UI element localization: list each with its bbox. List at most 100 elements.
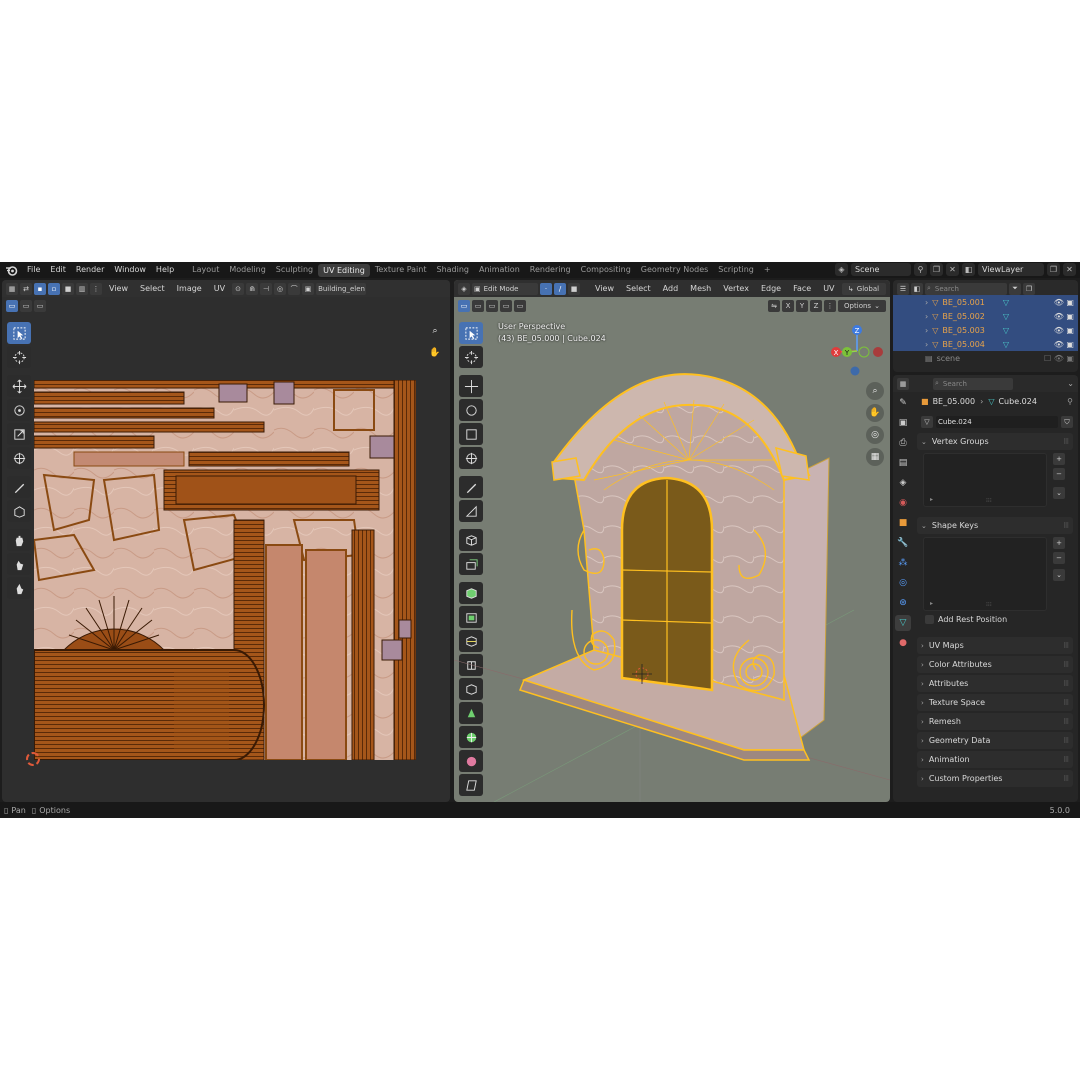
- image-name-field[interactable]: Building_elen: [316, 282, 367, 295]
- scene-field[interactable]: Scene: [851, 263, 911, 276]
- tab-modeling[interactable]: Modeling: [224, 262, 270, 278]
- mesh-browse-icon[interactable]: ▽: [921, 416, 933, 428]
- custom-properties-panel-header[interactable]: › Custom Properties ⁝⁝⁝: [917, 770, 1073, 787]
- geometry-data-panel-header[interactable]: › Geometry Data ⁝⁝⁝: [917, 732, 1073, 749]
- mesh-name-field[interactable]: Cube.024: [936, 416, 1058, 428]
- falloff-icon[interactable]: ⌒: [288, 282, 301, 295]
- outliner-item[interactable]: › ▽ BE_05.001 ▽ 👁 ▣: [893, 295, 1078, 309]
- uv-menu-uv[interactable]: UV: [209, 280, 230, 297]
- animation-panel-header[interactable]: › Animation ⁝⁝⁝: [917, 751, 1073, 768]
- particles-tab-icon[interactable]: ⁂: [895, 555, 911, 571]
- proportional-icon[interactable]: ◎: [274, 282, 287, 295]
- menu-file[interactable]: File: [22, 262, 45, 278]
- select-extend-icon[interactable]: ▭: [20, 300, 32, 312]
- vertex-groups-list[interactable]: ▸ ⁝⁝⁝: [923, 453, 1047, 507]
- collection-visibility-icons[interactable]: ☐ 👁 ▣: [1044, 354, 1074, 363]
- outliner-collection-row[interactable]: ▤ scene ☐ 👁 ▣: [893, 351, 1078, 365]
- tab-scripting[interactable]: Scripting: [713, 262, 759, 278]
- view-layer-icon[interactable]: ◧: [962, 263, 975, 276]
- modifier-tab-icon[interactable]: 🔧: [895, 535, 911, 551]
- display-mode-icon[interactable]: ◧: [911, 282, 923, 295]
- tool-tab-icon[interactable]: ✎: [895, 395, 911, 411]
- add-workspace-icon[interactable]: +: [759, 262, 776, 278]
- relax-tool-icon[interactable]: [7, 553, 31, 575]
- remove-vertex-group-button[interactable]: −: [1053, 468, 1065, 480]
- outliner-search-input[interactable]: ⌕ Search: [925, 282, 1007, 295]
- tab-layout[interactable]: Layout: [187, 262, 224, 278]
- physics-tab-icon[interactable]: ◎: [895, 575, 911, 591]
- remove-shape-key-button[interactable]: −: [1053, 552, 1065, 564]
- move-tool-icon[interactable]: [7, 375, 31, 397]
- face-select-icon[interactable]: ■: [62, 282, 74, 295]
- pan-hand-icon[interactable]: ✋: [426, 344, 444, 362]
- select-subtract-icon[interactable]: ▭: [34, 300, 46, 312]
- island-select-icon[interactable]: ▥: [76, 282, 88, 295]
- menu-render[interactable]: Render: [71, 262, 109, 278]
- object-tab-icon[interactable]: ■: [895, 515, 911, 531]
- menu-edit[interactable]: Edit: [45, 262, 71, 278]
- outliner-item[interactable]: › ▽ BE_05.003 ▽ 👁 ▣: [893, 323, 1078, 337]
- uv-menu-view[interactable]: View: [104, 280, 133, 297]
- pin-icon[interactable]: ⚲: [1067, 397, 1073, 406]
- add-rest-position-checkbox[interactable]: [925, 615, 934, 624]
- editor-type-icon[interactable]: ▦: [6, 282, 18, 295]
- list-resize-icon[interactable]: ▸: [930, 496, 933, 503]
- mesh-data-tab-icon[interactable]: ▽: [895, 615, 911, 631]
- tab-compositing[interactable]: Compositing: [576, 262, 636, 278]
- render-tab-icon[interactable]: ▣: [895, 415, 911, 431]
- fake-user-icon[interactable]: ⛉: [1061, 416, 1073, 428]
- view-layer-tab-icon[interactable]: ▤: [895, 455, 911, 471]
- color-attributes-panel-header[interactable]: › Color Attributes ⁝⁝⁝: [917, 656, 1073, 673]
- delete-scene-icon[interactable]: ✕: [946, 263, 959, 276]
- properties-editor-type-icon[interactable]: ▦: [897, 377, 909, 390]
- vertex-groups-panel-header[interactable]: ⌄ Vertex Groups ⁝⁝⁝: [917, 433, 1073, 450]
- add-vertex-group-button[interactable]: +: [1053, 453, 1065, 465]
- add-shape-key-button[interactable]: +: [1053, 537, 1065, 549]
- select-tool-icon[interactable]: [7, 322, 31, 344]
- visibility-icons[interactable]: 👁 ▣: [1054, 326, 1074, 335]
- transform-tool-icon[interactable]: [7, 447, 31, 469]
- rotate-tool-icon[interactable]: [7, 399, 31, 421]
- vertex-group-specials-button[interactable]: ⌄: [1053, 487, 1065, 499]
- sync-selection-icon[interactable]: ⇄: [20, 282, 32, 295]
- properties-search-input[interactable]: ⌕ Search: [933, 377, 1013, 390]
- output-tab-icon[interactable]: ⎙: [895, 435, 911, 451]
- scene-icon[interactable]: ◈: [835, 263, 848, 276]
- scale-tool-icon[interactable]: [7, 423, 31, 445]
- annotate-tool-icon[interactable]: [7, 476, 31, 498]
- material-tab-icon[interactable]: ●: [895, 635, 911, 651]
- vertex-select-icon[interactable]: ▪: [34, 282, 46, 295]
- shape-key-specials-button[interactable]: ⌄: [1053, 569, 1065, 581]
- 2d-cursor-icon[interactable]: [26, 752, 40, 766]
- tab-uv-editing[interactable]: UV Editing: [318, 263, 370, 277]
- select-box-mode-icon[interactable]: ▭: [6, 300, 18, 312]
- blender-logo-icon[interactable]: [4, 264, 18, 276]
- pin-icon[interactable]: ⚲: [914, 263, 927, 276]
- tab-rendering[interactable]: Rendering: [525, 262, 576, 278]
- edge-select-icon[interactable]: ▫: [48, 282, 60, 295]
- scene-tab-icon[interactable]: ◈: [895, 475, 911, 491]
- menu-help[interactable]: Help: [151, 262, 179, 278]
- properties-options-icon[interactable]: ⌄: [1067, 379, 1074, 388]
- list-resize-icon[interactable]: ▸: [930, 600, 933, 607]
- new-collection-icon[interactable]: ❐: [1023, 282, 1035, 295]
- visibility-icons[interactable]: 👁 ▣: [1054, 312, 1074, 321]
- list-grip-icon[interactable]: ⁝⁝⁝: [986, 497, 992, 504]
- delete-view-layer-icon[interactable]: ✕: [1063, 263, 1076, 276]
- snap-icon[interactable]: ⋒: [246, 282, 259, 295]
- shape-keys-list[interactable]: ▸ ⁝⁝⁝: [923, 537, 1047, 611]
- outliner-item[interactable]: › ▽ BE_05.004 ▽ 👁 ▣: [893, 337, 1078, 351]
- world-tab-icon[interactable]: ◉: [895, 495, 911, 511]
- filter-icon[interactable]: ⏷: [1009, 282, 1021, 295]
- tab-shading[interactable]: Shading: [431, 262, 474, 278]
- visibility-icons[interactable]: 👁 ▣: [1054, 298, 1074, 307]
- remesh-panel-header[interactable]: › Remesh ⁝⁝⁝: [917, 713, 1073, 730]
- tab-animation[interactable]: Animation: [474, 262, 525, 278]
- list-grip-icon[interactable]: ⁝⁝⁝: [986, 601, 992, 608]
- pinch-tool-icon[interactable]: [7, 577, 31, 599]
- texture-space-panel-header[interactable]: › Texture Space ⁝⁝⁝: [917, 694, 1073, 711]
- snap-target-icon[interactable]: ⊣: [260, 282, 273, 295]
- uv-menu-image[interactable]: Image: [172, 280, 207, 297]
- grab-tool-icon[interactable]: [7, 529, 31, 551]
- zoom-icon[interactable]: ⌕: [426, 322, 444, 340]
